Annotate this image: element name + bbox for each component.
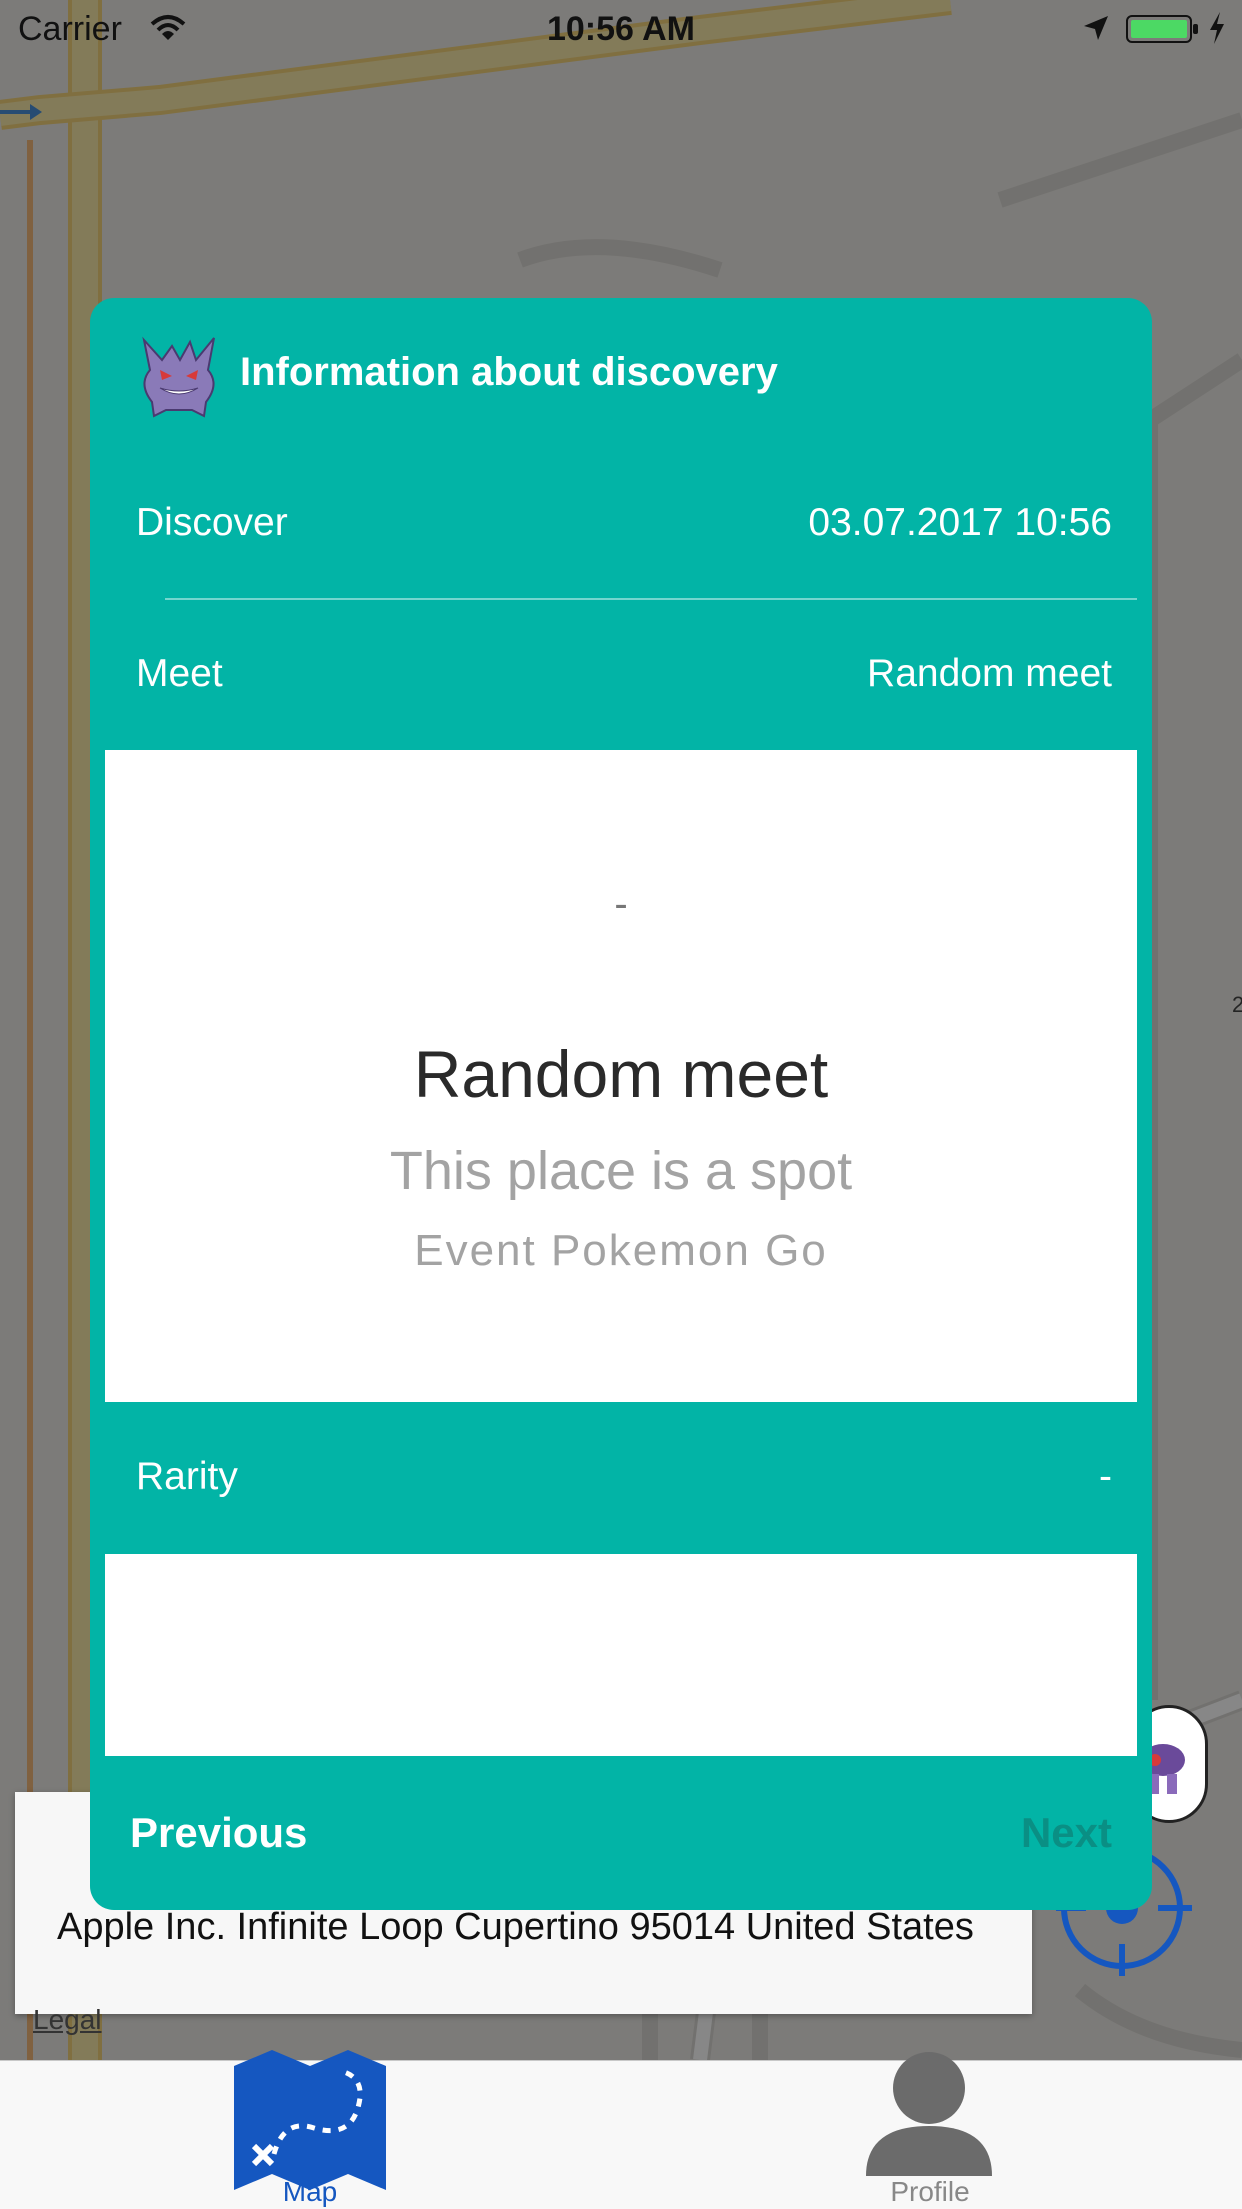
gengar-icon [142, 336, 215, 418]
meet-detail-title: Random meet [413, 1037, 829, 1111]
location-arrow-icon [1084, 16, 1108, 40]
meet-label: Meet [136, 652, 223, 695]
meet-row: Meet Random meet [90, 599, 1152, 749]
treasure-map-icon[interactable] [234, 2048, 386, 2190]
modal-title: Information about discovery [240, 350, 778, 394]
battery-icon [1126, 15, 1198, 43]
previous-button[interactable]: Previous [130, 1809, 307, 1857]
rarity-detail-panel [105, 1554, 1137, 1756]
meet-detail-dash: - [614, 882, 628, 926]
status-bar: Carrier 10:56 AM [0, 0, 1242, 60]
discover-row: Discover 03.07.2017 10:56 [90, 448, 1152, 598]
rarity-value: - [1099, 1455, 1112, 1498]
discover-value: 03.07.2017 10:56 [808, 501, 1112, 544]
modal-footer: Previous Next [90, 1756, 1152, 1910]
tab-profile-label[interactable]: Profile [850, 2176, 1010, 2208]
meet-detail-event: Event Pokemon Go [414, 1226, 828, 1275]
tab-bar [0, 2060, 1242, 2209]
meet-value: Random meet [867, 652, 1112, 695]
person-icon[interactable] [866, 2050, 992, 2176]
discovery-info-modal: Information about discovery Discover 03.… [90, 298, 1152, 1910]
charging-bolt-icon [1210, 12, 1224, 44]
legal-link[interactable]: Legal [33, 2004, 102, 2036]
discover-label: Discover [136, 501, 288, 544]
rarity-row: Rarity - [90, 1402, 1152, 1552]
status-time: 10:56 AM [546, 10, 696, 48]
tab-map-label[interactable]: Map [234, 2176, 386, 2208]
next-button[interactable]: Next [1021, 1809, 1112, 1857]
rarity-label: Rarity [136, 1455, 238, 1498]
modal-header: Information about discovery [90, 298, 1152, 458]
meet-detail-panel: - Random meet This place is a spot Event… [105, 750, 1137, 1402]
meet-detail-subtitle: This place is a spot [389, 1141, 853, 1201]
